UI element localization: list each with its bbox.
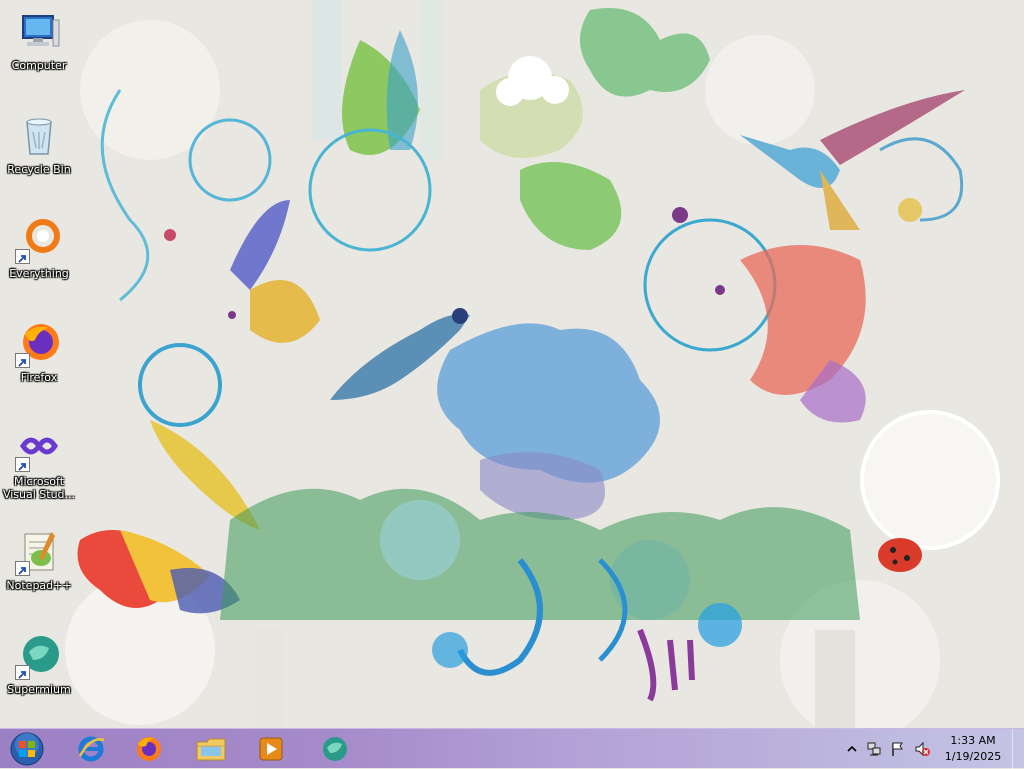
shortcut-arrow-icon bbox=[15, 561, 30, 576]
desktop-icon-recycle-bin[interactable]: Recycle Bin bbox=[2, 108, 76, 204]
visual-studio-icon bbox=[15, 424, 63, 472]
clock-date: 1/19/2025 bbox=[944, 750, 1002, 763]
supermium-icon bbox=[15, 632, 63, 680]
network-icon[interactable] bbox=[866, 741, 882, 757]
clock-time: 1:33 AM bbox=[950, 734, 996, 747]
recycle-bin-icon bbox=[15, 112, 63, 160]
desktop-icon-notepad-plus-plus[interactable]: Notepad++ bbox=[2, 524, 76, 620]
windows-start-orb-icon bbox=[10, 732, 44, 766]
taskbar-file-explorer-button[interactable] bbox=[184, 731, 238, 767]
desktop-icon-label: Computer bbox=[11, 59, 67, 72]
file-explorer-icon bbox=[196, 738, 226, 761]
desktop-icon-visual-studio[interactable]: Microsoft Visual Stud... bbox=[2, 420, 76, 516]
shortcut-arrow-icon bbox=[15, 457, 30, 472]
taskbar: 1:33 AM 1/19/2025 bbox=[0, 728, 1024, 769]
desktop-icon-label: Notepad++ bbox=[6, 579, 72, 592]
desktop-icon-supermium[interactable]: Supermium bbox=[2, 628, 76, 724]
desktop-icon-label: Recycle Bin bbox=[7, 163, 71, 176]
firefox-icon bbox=[137, 737, 161, 761]
show-desktop-button[interactable] bbox=[1012, 729, 1024, 769]
desktop-icon-label: Firefox bbox=[20, 371, 58, 384]
taskbar-firefox-button[interactable] bbox=[122, 731, 176, 767]
supermium-icon bbox=[323, 737, 347, 761]
start-button[interactable] bbox=[0, 731, 54, 767]
notepad-plus-plus-icon bbox=[15, 528, 63, 576]
desktop-icon-everything[interactable]: Everything bbox=[2, 212, 76, 308]
computer-icon bbox=[15, 8, 63, 56]
show-hidden-icons-chevron-icon[interactable] bbox=[844, 741, 860, 757]
firefox-icon bbox=[15, 320, 63, 368]
shortcut-arrow-icon bbox=[15, 249, 30, 264]
everything-icon bbox=[15, 216, 63, 264]
taskbar-internet-explorer-button[interactable] bbox=[64, 731, 118, 767]
shortcut-arrow-icon bbox=[15, 353, 30, 368]
volume-muted-icon[interactable] bbox=[914, 741, 930, 757]
action-center-flag-icon[interactable] bbox=[890, 741, 906, 757]
internet-explorer-icon bbox=[78, 736, 105, 762]
desktop-icon-label: Microsoft Visual Stud... bbox=[2, 475, 76, 501]
desktop-icon-label: Supermium bbox=[7, 683, 71, 696]
taskbar-supermium-button[interactable] bbox=[308, 731, 362, 767]
taskbar-clock[interactable]: 1:33 AM 1/19/2025 bbox=[932, 733, 1014, 765]
windows-media-player-icon bbox=[259, 737, 283, 761]
desktop-icon-firefox[interactable]: Firefox bbox=[2, 316, 76, 412]
taskbar-windows-media-player-button[interactable] bbox=[244, 731, 298, 767]
shortcut-arrow-icon bbox=[15, 665, 30, 680]
desktop-icon-computer[interactable]: Computer bbox=[2, 4, 76, 100]
desktop-wallpaper[interactable] bbox=[0, 0, 1024, 728]
desktop-icon-label: Everything bbox=[9, 267, 69, 280]
